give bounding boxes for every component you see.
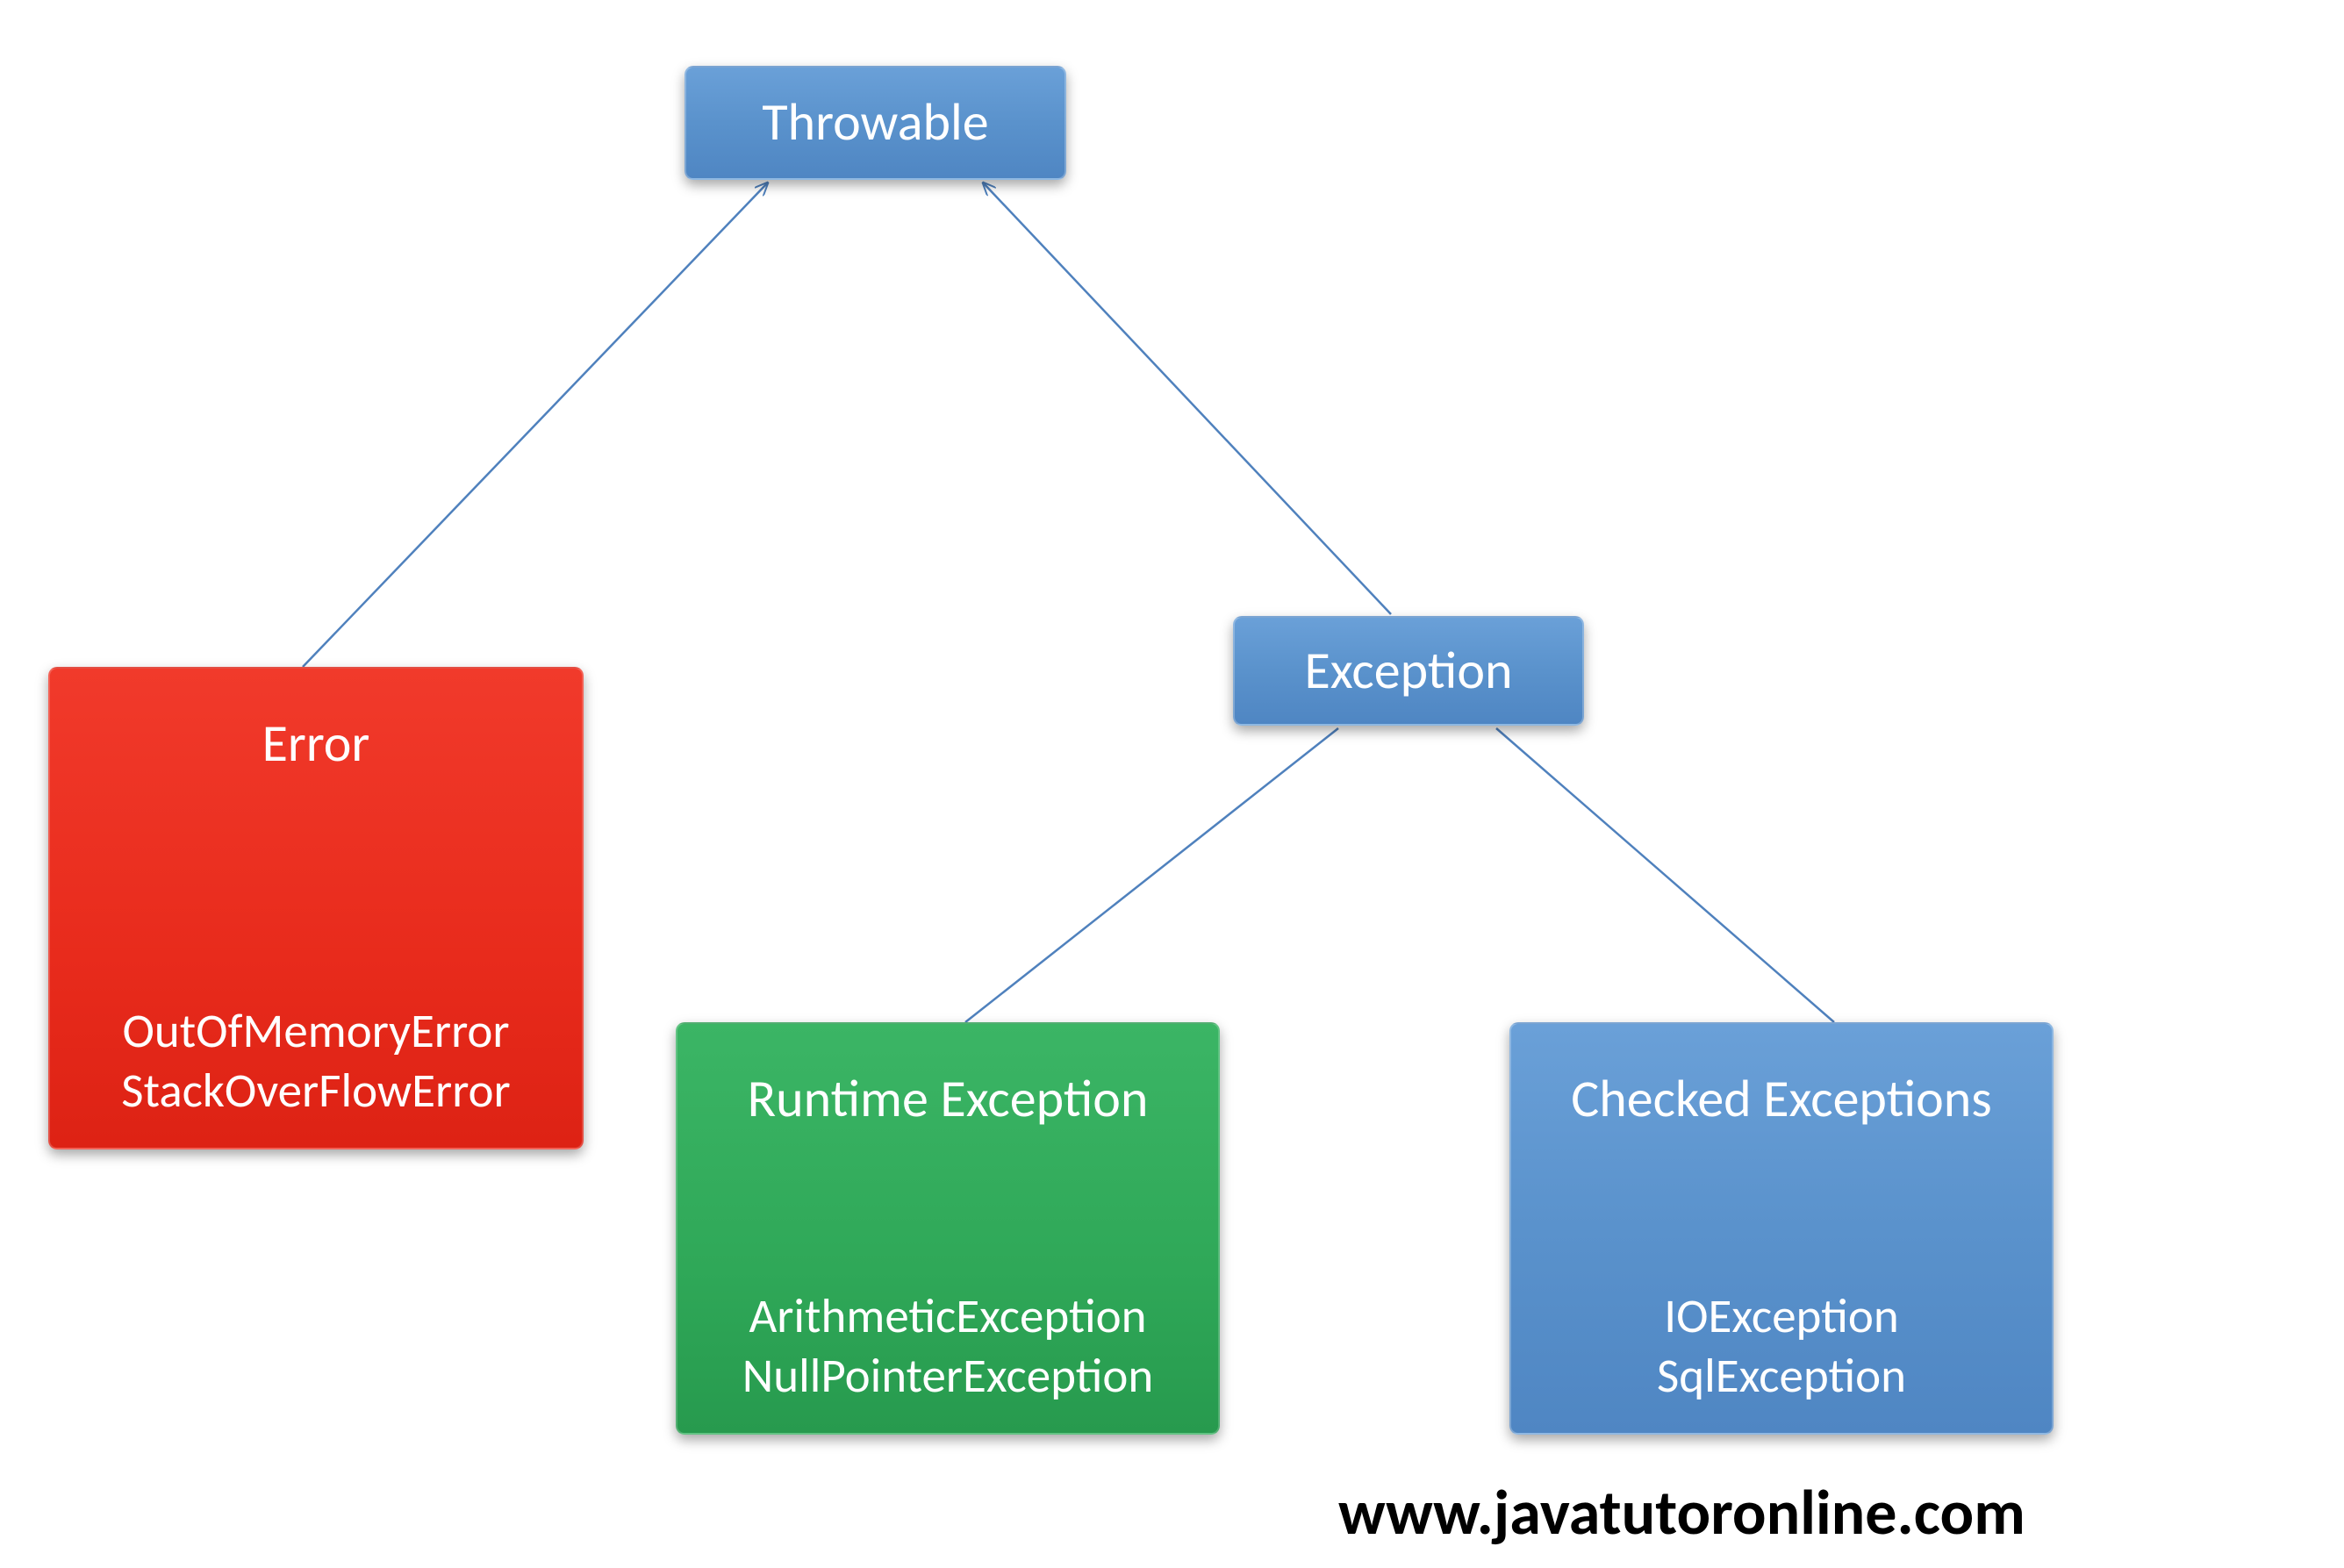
node-exception-label: Exception [1304,640,1512,703]
edge-checked-to-exception [1496,728,1834,1022]
node-checked-examples: IOException SqlException [1657,1286,1906,1407]
node-throwable-label: Throwable [762,91,988,154]
node-runtime-title: Runtime Exception [748,1068,1149,1131]
edge-runtime-to-exception [965,728,1338,1022]
node-runtime-examples: ArithmeticException NullPointerException [742,1286,1154,1407]
node-checked-title: Checked Exceptions [1571,1068,1992,1131]
node-error: Error OutOfMemoryError StackOverFlowErro… [48,667,584,1149]
node-checked-exceptions: Checked Exceptions IOException SqlExcept… [1509,1022,2054,1435]
node-runtime-exception: Runtime Exception ArithmeticException Nu… [676,1022,1220,1435]
edge-exception-to-throwable [983,183,1391,614]
node-error-title: Error [262,712,370,776]
node-throwable: Throwable [685,66,1066,180]
watermark-text: www.javatutoronline.com [1338,1474,2025,1551]
node-error-examples: OutOfMemoryError StackOverFlowError [121,1001,510,1122]
edge-error-to-throwable [303,183,768,667]
node-exception: Exception [1233,616,1584,726]
